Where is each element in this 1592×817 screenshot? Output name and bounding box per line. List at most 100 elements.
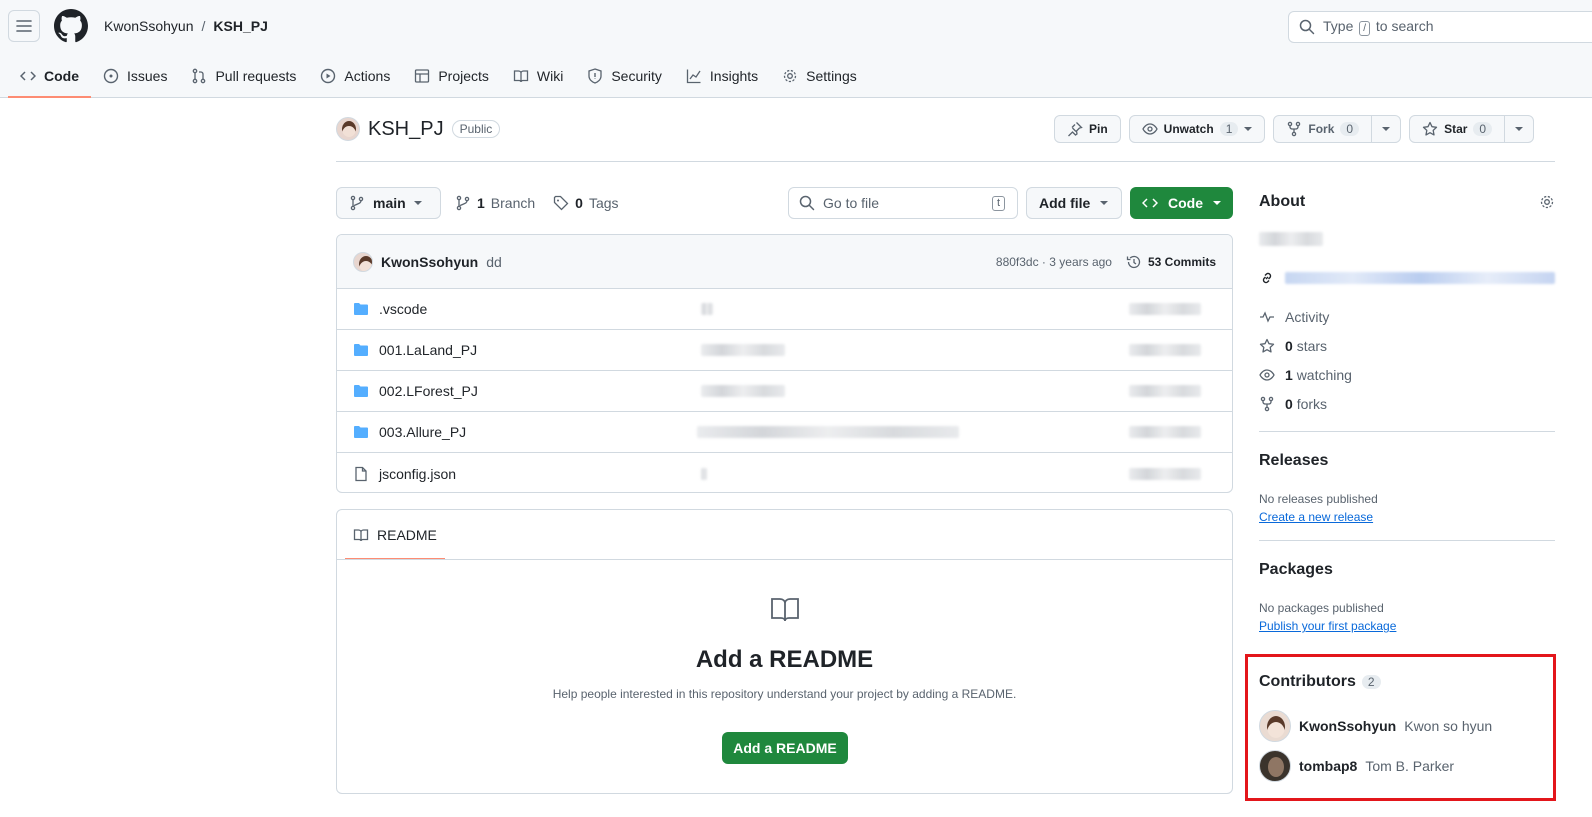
file-row[interactable]: 001.LaLand_PJ: [337, 330, 1232, 371]
book-icon: [513, 70, 529, 83]
fork-label: Fork: [1308, 122, 1335, 136]
releases-title[interactable]: Releases: [1259, 452, 1328, 470]
star-dropdown[interactable]: [1504, 116, 1533, 142]
stars-link[interactable]: 0 stars: [1259, 337, 1352, 354]
repo-actions: Pin Unwatch 1 Fork 0 Star 0: [1054, 115, 1535, 143]
repo-name[interactable]: KSH_PJ: [368, 118, 444, 141]
author-avatar[interactable]: [353, 251, 373, 272]
commit-time-blurred: [1129, 303, 1201, 315]
website-link[interactable]: [1259, 270, 1555, 286]
tab-label: Insights: [709, 68, 759, 84]
publish-package-link[interactable]: Publish your first package: [1259, 619, 1396, 633]
search-icon: [799, 195, 815, 211]
activity-link[interactable]: Activity: [1259, 308, 1352, 325]
gear-icon[interactable]: [1539, 194, 1555, 210]
github-logo-icon[interactable]: [54, 9, 88, 43]
about-title: About: [1259, 193, 1306, 210]
tab-settings[interactable]: Settings: [770, 56, 869, 96]
tab-wiki[interactable]: Wiki: [501, 56, 575, 96]
star-icon: [1259, 338, 1275, 353]
go-to-file-input[interactable]: Go to file t: [788, 187, 1018, 219]
fork-count: 0: [1340, 122, 1360, 136]
chevron-down-icon: [1213, 201, 1221, 205]
commit-author[interactable]: KwonSsohyun: [381, 254, 478, 270]
branches-link[interactable]: 1 Branch: [455, 195, 535, 211]
branch-tag-info: 1 Branch 0 Tags: [455, 195, 619, 211]
add-readme-button[interactable]: Add a README: [722, 732, 848, 764]
readme-tab[interactable]: README: [345, 510, 445, 560]
tab-code[interactable]: Code: [8, 56, 91, 98]
chevron-down-icon: [413, 201, 422, 205]
packages-title[interactable]: Packages: [1259, 561, 1333, 579]
breadcrumb: KwonSsohyun / KSH_PJ: [104, 18, 268, 34]
file-name[interactable]: 002.LForest_PJ: [379, 383, 478, 399]
code-icon: [20, 71, 36, 81]
star-button[interactable]: Star 0: [1409, 115, 1535, 143]
file-name[interactable]: 001.LaLand_PJ: [379, 342, 477, 358]
file-name[interactable]: 003.Allure_PJ: [379, 424, 466, 440]
graph-icon: [686, 69, 701, 84]
tab-security[interactable]: Security: [575, 56, 674, 96]
forks-link[interactable]: 0 forks: [1259, 395, 1352, 412]
commit-time-blurred: [1129, 385, 1201, 397]
unwatch-label: Unwatch: [1163, 122, 1214, 136]
readme-description: Help people interested in this repositor…: [552, 687, 1017, 701]
pin-button[interactable]: Pin: [1054, 115, 1121, 143]
divider: [336, 161, 1555, 162]
git-pull-request-icon: [193, 68, 206, 84]
contributors-title[interactable]: Contributors 2: [1259, 673, 1381, 691]
commits-count: 53 Commits: [1147, 254, 1216, 269]
contributors-label: Contributors: [1259, 673, 1356, 690]
search-input[interactable]: Type / to search: [1288, 11, 1592, 43]
file-row[interactable]: 003.Allure_PJ: [337, 412, 1232, 453]
commit-message[interactable]: dd: [486, 254, 502, 270]
chevron-down-icon: [1244, 127, 1253, 131]
branch-count: 1: [477, 195, 485, 211]
contributor-login[interactable]: tombap8: [1299, 758, 1357, 774]
owner-avatar[interactable]: [336, 117, 360, 141]
tab-actions[interactable]: Actions: [308, 56, 402, 96]
create-release-link[interactable]: Create a new release: [1259, 510, 1373, 524]
tab-pull-requests[interactable]: Pull requests: [179, 56, 308, 96]
file-name[interactable]: .vscode: [379, 301, 427, 317]
code-button[interactable]: Code: [1130, 187, 1233, 219]
tab-issues[interactable]: Issues: [91, 56, 179, 96]
breadcrumb-owner[interactable]: KwonSsohyun: [104, 18, 194, 34]
tab-insights[interactable]: Insights: [674, 56, 770, 96]
pulse-icon: [1260, 310, 1274, 323]
unwatch-button[interactable]: Unwatch 1: [1128, 115, 1266, 143]
branch-selector[interactable]: main: [336, 187, 441, 219]
breadcrumb-repo[interactable]: KSH_PJ: [213, 18, 267, 34]
eye-icon: [1141, 123, 1158, 135]
commit-hash-time[interactable]: 880f3dc · 3 years ago: [996, 255, 1112, 269]
tab-label: Wiki: [536, 68, 564, 84]
code-icon: [1142, 198, 1158, 208]
contributor-item[interactable]: tombap8 Tom B. Parker: [1259, 750, 1454, 782]
readme-title: Add a README: [695, 646, 874, 673]
commits-link[interactable]: 53 Commits: [1126, 254, 1216, 270]
file-name[interactable]: jsconfig.json: [379, 466, 456, 482]
issue-opened-icon: [103, 68, 119, 84]
tab-projects[interactable]: Projects: [402, 56, 501, 96]
folder-icon: [354, 385, 368, 397]
file-row[interactable]: .vscode: [337, 289, 1232, 330]
tags-link[interactable]: 0 Tags: [553, 195, 619, 211]
avatar[interactable]: [1259, 710, 1291, 742]
fork-dropdown[interactable]: [1371, 116, 1400, 142]
file-row[interactable]: 002.LForest_PJ: [337, 371, 1232, 412]
avatar[interactable]: [1259, 750, 1291, 782]
menu-button[interactable]: [8, 10, 40, 42]
contributor-item[interactable]: KwonSsohyun Kwon so hyun: [1259, 710, 1492, 742]
file-row[interactable]: jsconfig.json: [337, 453, 1232, 492]
watching-link[interactable]: 1 watching: [1259, 366, 1352, 383]
fork-button[interactable]: Fork 0: [1273, 115, 1402, 143]
play-icon: [321, 68, 336, 84]
add-file-button[interactable]: Add file: [1026, 187, 1122, 219]
tag-label: Tags: [588, 195, 619, 211]
divider: [1259, 431, 1555, 432]
contributor-login[interactable]: KwonSsohyun: [1299, 718, 1396, 734]
commit-message-blurred: [697, 426, 959, 438]
tab-label: Issues: [127, 68, 168, 84]
description-blurred: [1259, 232, 1323, 246]
divider: [337, 559, 1232, 560]
